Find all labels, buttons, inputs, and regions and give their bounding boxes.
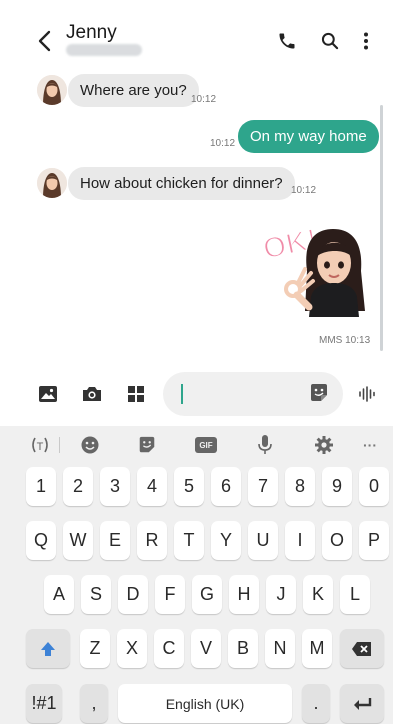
sticker-icon[interactable]	[308, 382, 330, 409]
key-y[interactable]: Y	[211, 521, 241, 560]
key-l[interactable]: L	[340, 575, 370, 614]
message-bubble-incoming[interactable]: How about chicken for dinner?	[68, 167, 295, 200]
key-c[interactable]: C	[154, 629, 184, 668]
shift-icon	[41, 641, 55, 656]
key-g[interactable]: G	[192, 575, 222, 614]
backspace-icon	[352, 641, 371, 656]
key-i[interactable]: I	[285, 521, 315, 560]
backspace-key[interactable]	[340, 629, 384, 668]
contact-number-blurred	[66, 44, 142, 56]
key-n[interactable]: N	[265, 629, 295, 668]
more-icon[interactable]: ···	[358, 434, 382, 456]
gif-icon[interactable]: GIF	[194, 434, 218, 456]
key-b[interactable]: B	[228, 629, 258, 668]
more-vert-icon[interactable]	[353, 28, 379, 54]
message-list[interactable]: Where are you? 10:12 10:12 On my way hom…	[0, 64, 393, 362]
key-k[interactable]: K	[303, 575, 333, 614]
key-a[interactable]: A	[44, 575, 74, 614]
back-icon[interactable]	[34, 28, 56, 54]
emoji-icon[interactable]	[78, 434, 102, 456]
apps-icon[interactable]	[124, 382, 148, 406]
key-1[interactable]: 1	[26, 467, 56, 506]
key-6[interactable]: 6	[211, 467, 241, 506]
sticker-icon[interactable]	[135, 434, 159, 456]
key-5[interactable]: 5	[174, 467, 204, 506]
key-v[interactable]: V	[191, 629, 221, 668]
key-w[interactable]: W	[63, 521, 93, 560]
svg-text:T: T	[37, 441, 44, 453]
key-u[interactable]: U	[248, 521, 278, 560]
search-icon[interactable]	[317, 28, 343, 54]
message-input[interactable]	[163, 372, 343, 416]
key-4[interactable]: 4	[137, 467, 167, 506]
comma-key[interactable]: ,	[80, 684, 108, 723]
enter-icon	[354, 697, 372, 710]
key-3[interactable]: 3	[100, 467, 130, 506]
key-2[interactable]: 2	[63, 467, 93, 506]
message-bubble-incoming[interactable]: Where are you?	[68, 74, 199, 107]
camera-icon[interactable]	[80, 382, 104, 406]
contact-avatar[interactable]	[37, 75, 67, 105]
enter-key[interactable]	[340, 684, 384, 723]
gif-label: GIF	[195, 437, 217, 453]
key-m[interactable]: M	[302, 629, 332, 668]
keyboard: T GIF ··· !#1 , English (UK) . 1 2 3 4 5…	[0, 426, 393, 724]
text-caret	[181, 384, 183, 404]
contact-avatar[interactable]	[37, 168, 67, 198]
key-8[interactable]: 8	[285, 467, 315, 506]
key-9[interactable]: 9	[322, 467, 352, 506]
ar-emoji-sticker[interactable]: OK!	[255, 211, 375, 323]
symbols-key[interactable]: !#1	[26, 684, 62, 723]
period-key[interactable]: .	[302, 684, 330, 723]
keyboard-toolbar: T GIF ···	[0, 426, 393, 464]
shift-key[interactable]	[26, 629, 70, 668]
message-time: 10:12	[191, 94, 217, 105]
message-bubble-outgoing[interactable]: On my way home	[238, 120, 379, 153]
key-7[interactable]: 7	[248, 467, 278, 506]
text-mode-icon[interactable]: T	[28, 434, 52, 456]
voice-icon[interactable]	[355, 382, 379, 406]
key-0[interactable]: 0	[359, 467, 389, 506]
key-h[interactable]: H	[229, 575, 259, 614]
message-time: MMS 10:13	[319, 335, 371, 346]
phone-icon[interactable]	[274, 28, 300, 54]
key-r[interactable]: R	[137, 521, 167, 560]
composer-bar	[0, 362, 393, 426]
key-q[interactable]: Q	[26, 521, 56, 560]
key-e[interactable]: E	[100, 521, 130, 560]
key-t[interactable]: T	[174, 521, 204, 560]
toolbar-divider	[59, 437, 60, 453]
key-s[interactable]: S	[81, 575, 111, 614]
contact-name: Jenny	[66, 22, 117, 43]
mic-icon[interactable]	[253, 434, 277, 456]
key-x[interactable]: X	[117, 629, 147, 668]
key-j[interactable]: J	[266, 575, 296, 614]
message-time: 10:12	[210, 138, 236, 149]
key-d[interactable]: D	[118, 575, 148, 614]
messages-screen: Jenny Where are you? 10:12 10:12 On my w…	[0, 0, 393, 724]
settings-icon[interactable]	[312, 434, 336, 456]
conversation-header: Jenny	[0, 0, 393, 64]
key-p[interactable]: P	[359, 521, 389, 560]
key-z[interactable]: Z	[80, 629, 110, 668]
space-key[interactable]: English (UK)	[118, 684, 292, 723]
key-o[interactable]: O	[322, 521, 352, 560]
scrollbar[interactable]	[380, 105, 383, 351]
message-time: 10:12	[291, 185, 317, 196]
gallery-icon[interactable]	[36, 382, 60, 406]
key-f[interactable]: F	[155, 575, 185, 614]
